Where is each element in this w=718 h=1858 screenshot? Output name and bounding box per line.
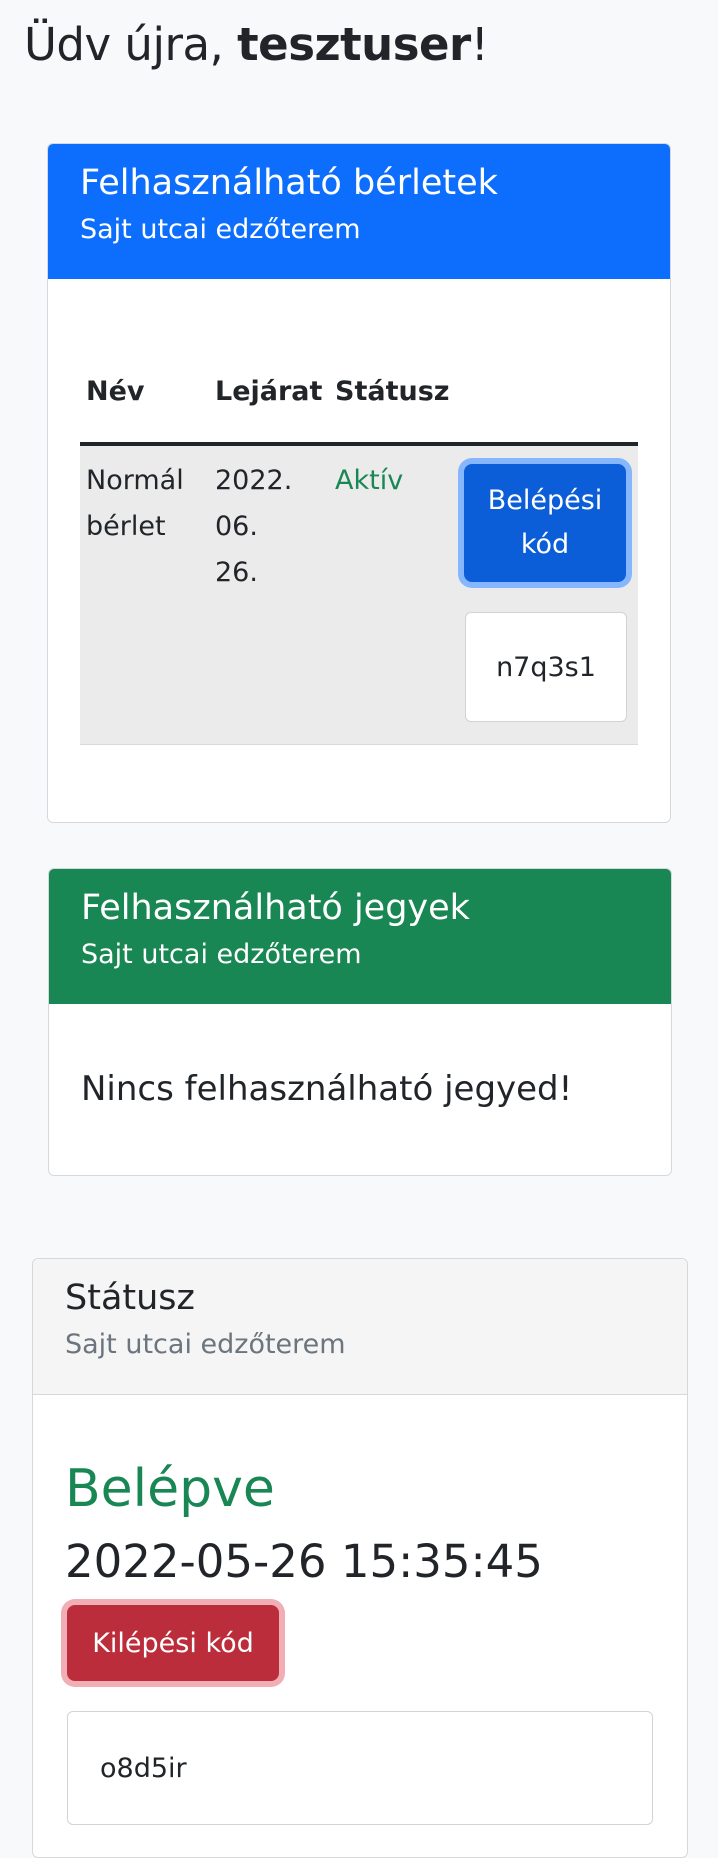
passes-card-title: Felhasználható bérletek [80,163,498,203]
no-tickets-message: Nincs felhasználható jegyed! [81,1069,573,1109]
exit-code-button[interactable]: Kilépési kód [67,1605,279,1681]
status-card-subtitle: Sajt utcai edzőterem [65,1329,346,1360]
column-header-name: Név [86,376,145,407]
welcome-heading: Üdv újra, tesztuser! [24,18,489,71]
pass-status: Aktív [335,465,404,496]
pass-expiry: 2022. 06. 26. [215,465,293,588]
username: tesztuser [237,18,471,71]
entry-state: Belépve [65,1459,275,1519]
entry-code-button[interactable]: Belépési kód [464,464,626,582]
column-header-expiry: Lejárat [215,376,323,407]
status-card: Státusz Sajt utcai edzőterem Belépve 202… [32,1258,688,1858]
status-card-header: Státusz Sajt utcai edzőterem [33,1259,687,1395]
welcome-prefix: Üdv újra, [24,18,238,71]
tickets-card-header: Felhasználható jegyek Sajt utcai edzőter… [49,869,671,1004]
passes-card: Felhasználható bérletek Sajt utcai edzőt… [47,143,671,823]
exit-code-display: o8d5ir [67,1711,653,1825]
tickets-card: Felhasználható jegyek Sajt utcai edzőter… [48,868,672,1176]
passes-table-header: Név Lejárat Státusz [80,342,638,446]
tickets-card-subtitle: Sajt utcai edzőterem [81,939,362,970]
tickets-card-title: Felhasználható jegyek [81,888,470,928]
table-row: Normál bérlet 2022. 06. 26. Aktív Belépé… [80,446,638,745]
entry-code-display: n7q3s1 [465,612,627,722]
passes-table: Név Lejárat Státusz Normál bérlet 2022. … [80,342,638,745]
entry-timestamp: 2022-05-26 15:35:45 [65,1535,543,1588]
welcome-suffix: ! [470,18,489,71]
passes-card-subtitle: Sajt utcai edzőterem [80,214,361,245]
status-card-title: Státusz [65,1278,195,1318]
column-header-status: Státusz [335,376,450,407]
pass-name: Normál bérlet [86,465,184,542]
passes-card-header: Felhasználható bérletek Sajt utcai edzőt… [48,144,670,279]
